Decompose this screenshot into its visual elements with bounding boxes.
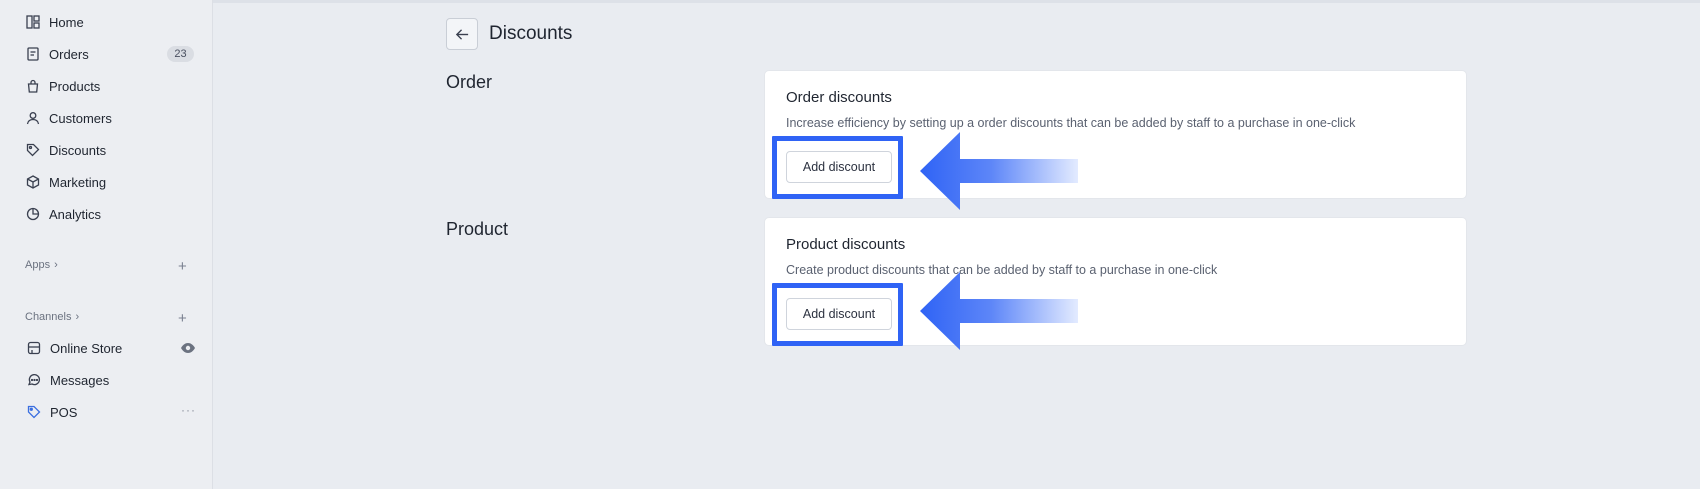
section-heading-product: Product (446, 219, 509, 239)
sidebar-item-analytics[interactable]: Analytics (25, 203, 201, 225)
sidebar-item-label: Products (49, 78, 101, 94)
channel-item-messages[interactable]: Messages (26, 369, 202, 391)
page-title: Discounts (489, 23, 573, 44)
card-description: Increase efficiency by setting up a orde… (786, 116, 1356, 130)
cube-icon (25, 174, 41, 190)
channel-item-pos[interactable]: POS ··· (26, 401, 202, 423)
sidebar-item-label: Home (49, 14, 84, 30)
highlight-box-product (772, 283, 903, 346)
store-icon (26, 340, 42, 356)
apps-section-label[interactable]: Apps › (25, 259, 58, 271)
sidebar-item-customers[interactable]: Customers (25, 107, 201, 129)
channel-item-label: POS (50, 404, 78, 420)
section-heading-order: Order (446, 72, 493, 92)
pos-tag-icon (26, 404, 42, 420)
sidebar: Home Orders 23 Products Customers Discou… (0, 0, 213, 489)
sidebar-item-label: Discounts (49, 142, 107, 158)
tag-icon (25, 142, 41, 158)
eye-icon[interactable] (180, 341, 196, 355)
sidebar-item-label: Customers (49, 110, 112, 126)
orders-icon (25, 46, 41, 62)
chat-icon (26, 372, 42, 388)
orders-count-badge: 23 (167, 46, 194, 62)
channel-item-label: Messages (50, 372, 110, 388)
sidebar-item-orders[interactable]: Orders 23 (25, 43, 201, 65)
add-app-icon[interactable]: + (178, 259, 187, 274)
annotation-arrow-product (920, 272, 1078, 350)
person-icon (25, 110, 41, 126)
dashboard-icon (25, 14, 41, 30)
arrow-left-icon (455, 28, 468, 40)
add-channel-icon[interactable]: + (178, 311, 187, 326)
annotation-arrow-order (920, 132, 1078, 210)
sidebar-item-products[interactable]: Products (25, 75, 201, 97)
chevron-right-icon: › (54, 259, 58, 271)
sidebar-item-label: Analytics (49, 206, 102, 222)
top-border (0, 0, 1700, 3)
channel-item-online-store[interactable]: Online Store (26, 337, 202, 359)
highlight-box-order (772, 136, 903, 199)
card-title: Product discounts (786, 236, 906, 253)
channel-item-label: Online Store (50, 340, 123, 356)
sidebar-item-label: Orders (49, 46, 89, 62)
chevron-right-icon: › (75, 311, 80, 323)
sidebar-item-marketing[interactable]: Marketing (25, 171, 201, 193)
card-title: Order discounts (786, 89, 892, 106)
more-options-icon[interactable]: ··· (181, 403, 196, 417)
bag-icon (25, 78, 41, 94)
pie-chart-icon (25, 206, 41, 222)
back-button[interactable] (446, 18, 478, 50)
sidebar-item-label: Marketing (49, 174, 107, 190)
sidebar-item-home[interactable]: Home (25, 11, 201, 33)
sidebar-item-discounts[interactable]: Discounts (25, 139, 201, 161)
channels-section-label[interactable]: Channels › (25, 311, 79, 323)
